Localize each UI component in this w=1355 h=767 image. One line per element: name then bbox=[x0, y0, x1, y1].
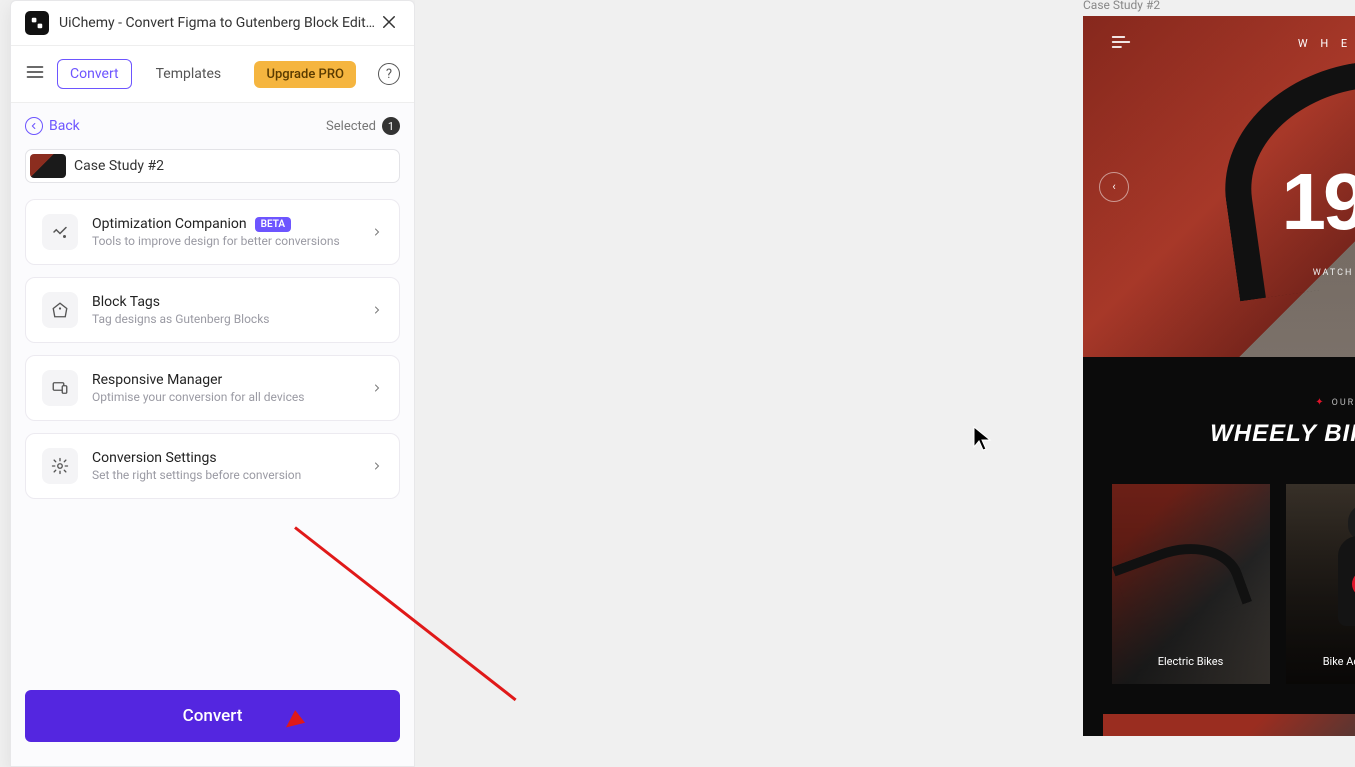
selection-chip-label: Case Study #2 bbox=[74, 158, 164, 174]
app-logo-icon bbox=[25, 11, 49, 35]
products-section: ✦ OUR PRODUCT WHEELY BIKE PRODUCT Electr… bbox=[1083, 357, 1355, 714]
menu-icon[interactable] bbox=[25, 62, 45, 86]
panel-title: UiChemy - Convert Figma to Gutenberg Blo… bbox=[59, 15, 380, 31]
product-cards: Electric Bikes + Bike Accessories Mounta… bbox=[1103, 484, 1355, 684]
toolbar: Convert Templates Upgrade PRO ? bbox=[11, 46, 414, 103]
back-button[interactable]: Back bbox=[25, 117, 80, 135]
plugin-panel: UiChemy - Convert Figma to Gutenberg Blo… bbox=[10, 0, 415, 767]
hero-menu-icon[interactable] bbox=[1111, 34, 1131, 53]
chevron-right-icon bbox=[371, 223, 383, 242]
selected-indicator: Selected 1 bbox=[326, 117, 400, 135]
chevron-right-icon bbox=[371, 457, 383, 476]
option-desc: Tag designs as Gutenberg Blocks bbox=[92, 312, 357, 326]
selected-label: Selected bbox=[326, 119, 376, 134]
gear-icon bbox=[42, 448, 78, 484]
selected-count-badge: 1 bbox=[382, 117, 400, 135]
card-electric-bikes[interactable]: Electric Bikes bbox=[1112, 484, 1270, 684]
option-text: Optimization Companion BETA Tools to imp… bbox=[92, 216, 357, 248]
section-title: WHEELY BIKE PRODUCT bbox=[1103, 420, 1355, 448]
option-desc: Optimise your conversion for all devices bbox=[92, 390, 357, 404]
hero-navbar: W H E E L Y bbox=[1083, 16, 1355, 70]
chevron-right-icon bbox=[371, 301, 383, 320]
panel-body: Back Selected 1 Case Study #2 Optimizati… bbox=[11, 103, 414, 766]
back-arrow-icon bbox=[25, 117, 43, 135]
option-desc: Tools to improve design for better conve… bbox=[92, 234, 357, 248]
tab-templates[interactable]: Templates bbox=[144, 60, 234, 88]
card-image bbox=[1111, 526, 1251, 642]
option-text: Conversion Settings Set the right settin… bbox=[92, 450, 357, 482]
card-caption: Bike Accessories bbox=[1323, 655, 1355, 668]
option-title: Conversion Settings bbox=[92, 450, 357, 466]
tag-icon bbox=[42, 292, 78, 328]
hero-logo: W H E E L Y bbox=[1298, 37, 1355, 50]
option-optimization-companion[interactable]: Optimization Companion BETA Tools to imp… bbox=[25, 199, 400, 265]
figma-canvas[interactable]: Case Study #2 W H E E L Y ‹ › 1980 bbox=[415, 0, 1355, 767]
option-text: Block Tags Tag designs as Gutenberg Bloc… bbox=[92, 294, 357, 326]
frame-label[interactable]: Case Study #2 bbox=[1083, 0, 1160, 12]
option-text: Responsive Manager Optimise your convers… bbox=[92, 372, 357, 404]
upgrade-button[interactable]: Upgrade PRO bbox=[254, 61, 356, 88]
option-title: Optimization Companion bbox=[92, 216, 247, 232]
back-row: Back Selected 1 bbox=[25, 117, 400, 135]
option-desc: Set the right settings before conversion bbox=[92, 468, 357, 482]
card-image bbox=[1326, 504, 1355, 624]
next-section-peek bbox=[1103, 714, 1355, 736]
section-kicker: ✦ OUR PRODUCT bbox=[1103, 397, 1355, 408]
card-caption: Electric Bikes bbox=[1158, 655, 1224, 668]
design-frame[interactable]: W H E E L Y ‹ › 1980 WATCH REEL + ✦ OUR … bbox=[1083, 16, 1355, 736]
chevron-right-icon bbox=[371, 379, 383, 398]
card-bike-accessories[interactable]: + Bike Accessories bbox=[1286, 484, 1355, 684]
option-conversion-settings[interactable]: Conversion Settings Set the right settin… bbox=[25, 433, 400, 499]
devices-icon bbox=[42, 370, 78, 406]
plus-icon: ✦ bbox=[1315, 397, 1323, 408]
panel-header: UiChemy - Convert Figma to Gutenberg Blo… bbox=[11, 1, 414, 46]
help-icon[interactable]: ? bbox=[378, 63, 400, 85]
option-title: Block Tags bbox=[92, 294, 357, 310]
selection-chip[interactable]: Case Study #2 bbox=[25, 149, 400, 183]
option-title: Responsive Manager bbox=[92, 372, 357, 388]
close-icon[interactable] bbox=[380, 13, 400, 33]
mouse-cursor-icon bbox=[972, 425, 994, 455]
magic-icon bbox=[42, 214, 78, 250]
selection-thumb-icon bbox=[30, 154, 66, 178]
hero-section: W H E E L Y ‹ › 1980 WATCH REEL + bbox=[1083, 16, 1355, 357]
hero-year: 1980 bbox=[1083, 156, 1355, 248]
option-block-tags[interactable]: Block Tags Tag designs as Gutenberg Bloc… bbox=[25, 277, 400, 343]
kicker-text: OUR PRODUCT bbox=[1332, 398, 1355, 408]
back-label: Back bbox=[49, 118, 80, 134]
watch-reel-label: WATCH REEL bbox=[1313, 268, 1355, 278]
hero-watch-reel[interactable]: WATCH REEL + bbox=[1083, 264, 1355, 282]
convert-button[interactable]: Convert bbox=[25, 690, 400, 742]
option-responsive-manager[interactable]: Responsive Manager Optimise your convers… bbox=[25, 355, 400, 421]
beta-badge: BETA bbox=[255, 217, 291, 232]
tab-convert[interactable]: Convert bbox=[57, 59, 132, 89]
